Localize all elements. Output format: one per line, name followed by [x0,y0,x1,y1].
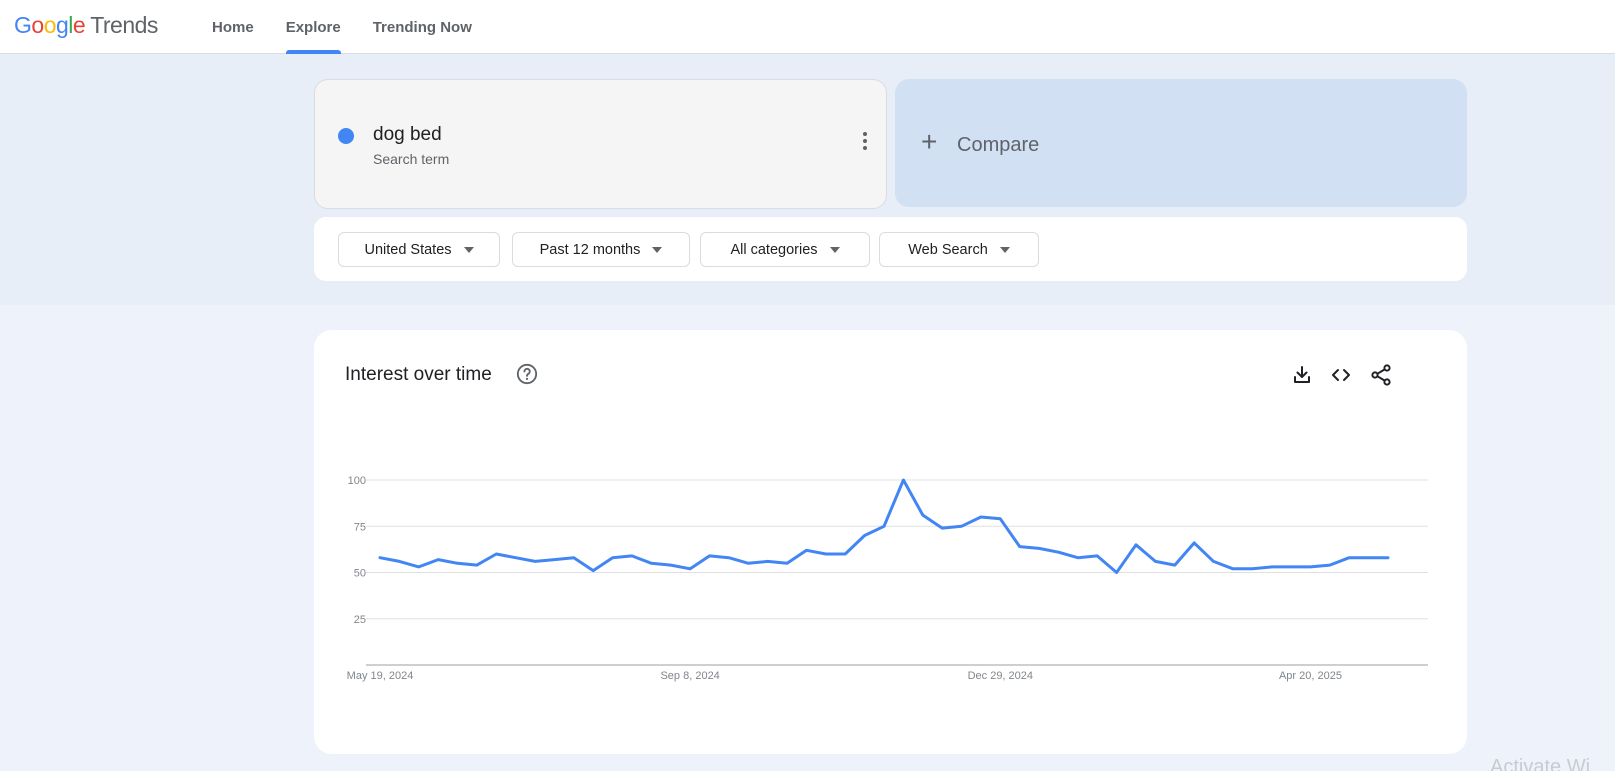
nav-trending-now-label: Trending Now [372,18,472,36]
y-tick-label-100: 100 [348,475,366,487]
filter-region[interactable]: United States [338,232,500,267]
search-term-subtitle: Search term [373,151,450,167]
filter-time-range-label: Past 12 months [539,241,641,258]
y-tick-label-25: 25 [354,614,366,626]
caret-down-icon [652,246,663,253]
search-term-name[interactable]: dog bed [373,124,442,146]
search-term-card[interactable]: dog bed Search term [314,79,887,209]
top-header: Google Trends Home Explore Trending Now [0,0,1615,54]
logo-trends: Trends [90,12,158,38]
filter-region-label: United States [364,241,452,258]
nav-explore-label: Explore [285,18,341,36]
x-tick-label: May 19, 2024 [347,670,414,682]
x-tick-label: Sep 8, 2024 [660,670,719,682]
google-trends-logo[interactable]: Google Trends [14,10,158,40]
nav-explore[interactable]: Explore [270,0,357,54]
caret-down-icon [829,246,840,253]
interest-line-chart: 25 50 75 100 May 19, 2024 Sep 8, 2024 Dec 29, … [347,475,1428,682]
more-vert-icon[interactable] [862,132,868,154]
filter-search-type-label: Web Search [908,241,988,258]
filter-time-range[interactable]: Past 12 months [512,232,690,267]
filter-category[interactable]: All categories [700,232,870,267]
logo-google: Google [14,12,86,38]
filter-category-label: All categories [730,241,818,258]
filter-bar: United States Past 12 months All categor… [314,217,1467,281]
activation-watermark: Activate Wi [1490,756,1591,771]
compare-button[interactable]: + Compare [895,79,1467,207]
nav-home-label: Home [212,18,254,36]
caret-down-icon [999,246,1010,253]
plus-icon: + [921,126,938,157]
caret-down-icon [463,246,474,253]
y-tick-label-75: 75 [354,521,366,533]
nav-trending-now[interactable]: Trending Now [357,0,488,54]
filter-search-type[interactable]: Web Search [879,232,1039,267]
nav-home[interactable]: Home [196,0,270,54]
x-tick-label: Apr 20, 2025 [1279,670,1342,682]
x-tick-label: Dec 29, 2024 [968,670,1033,682]
compare-label: Compare [957,134,1040,156]
y-tick-label-50: 50 [354,568,366,580]
main-nav: Home Explore Trending Now [196,0,488,54]
series-color-dot [338,128,354,144]
interest-over-time-card: Interest over time 25 50 75 100 May 19, 2024… [314,330,1467,754]
